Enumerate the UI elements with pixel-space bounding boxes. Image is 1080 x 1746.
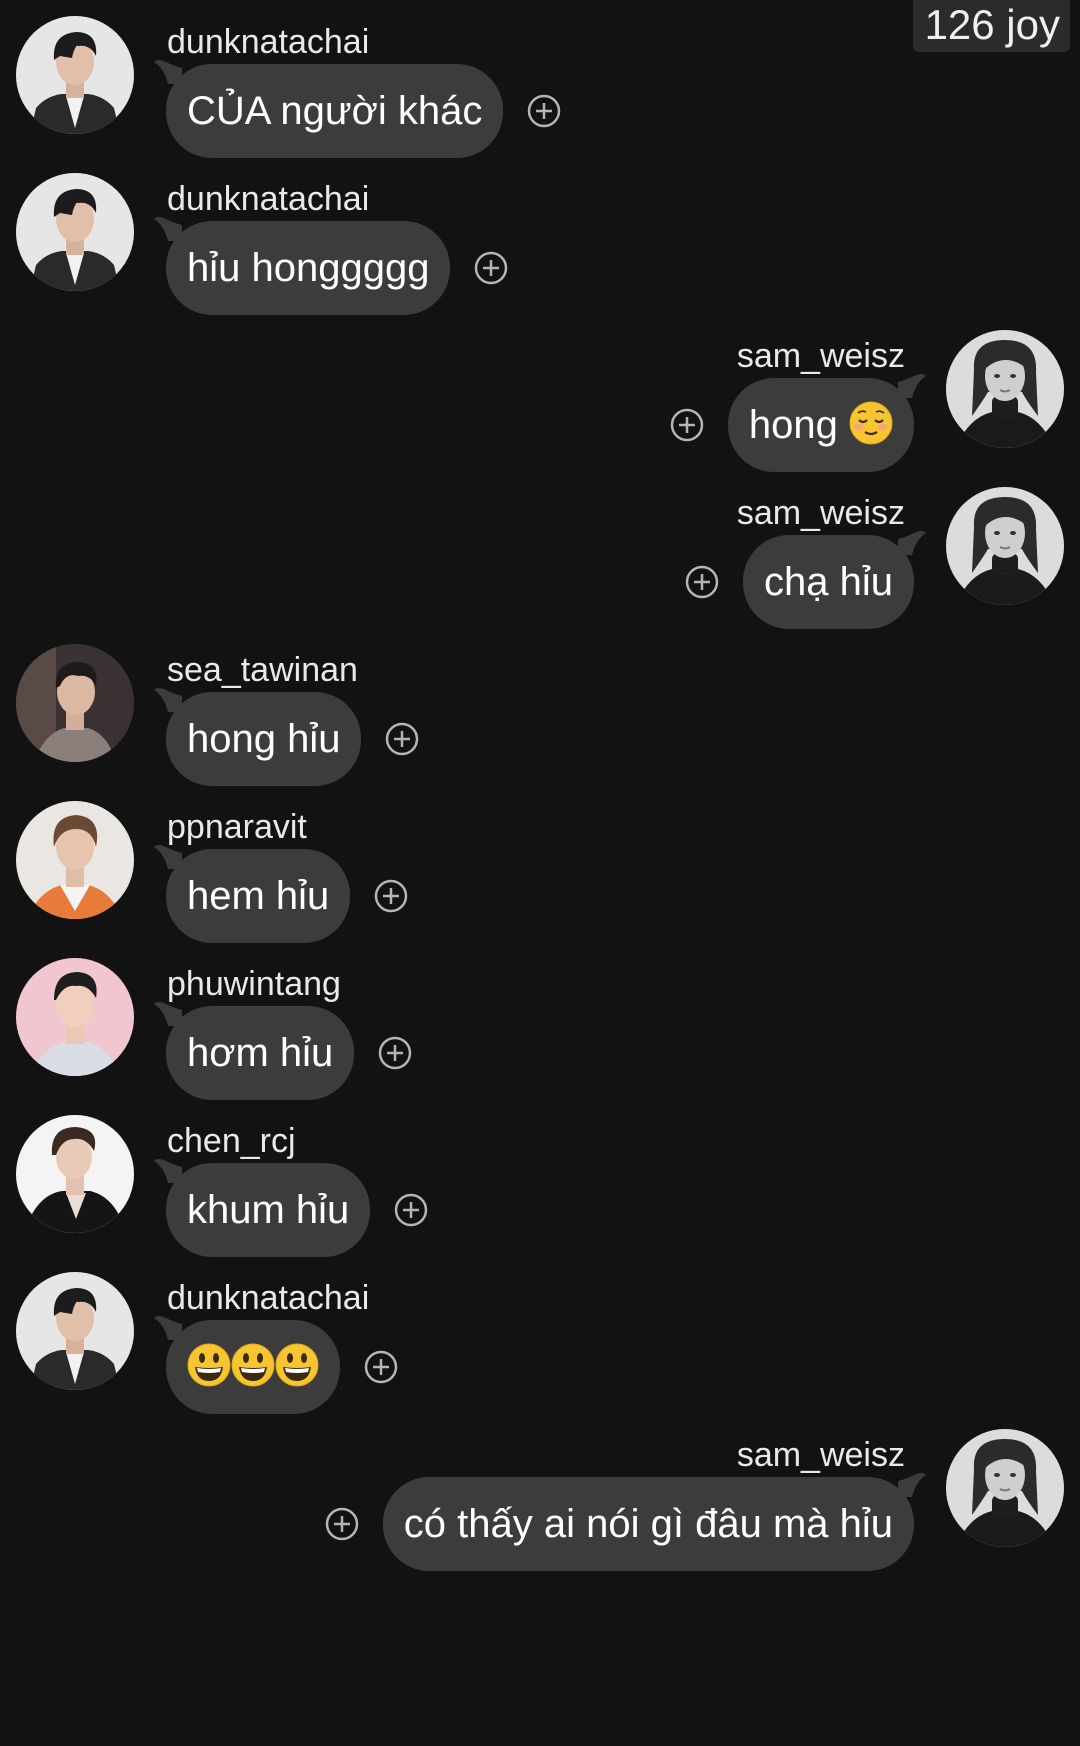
relieved-face-emoji — [849, 401, 893, 446]
message-username[interactable]: sea_tawinan — [167, 650, 358, 690]
message-bubble[interactable]: hỉu honggggg — [154, 217, 451, 315]
sea_tawinan-avatar[interactable] — [16, 644, 134, 762]
message-text: hỉu honggggg — [187, 246, 430, 290]
dunknatachai-avatar[interactable] — [16, 1272, 134, 1390]
message-username[interactable]: sam_weisz — [737, 336, 905, 376]
message-username[interactable]: phuwintang — [167, 964, 341, 1004]
add-reaction-icon[interactable] — [374, 879, 408, 913]
chat-message: dunknatachai CỦA người khác — [0, 0, 1080, 158]
add-reaction-icon[interactable] — [385, 722, 419, 756]
grinning-face-emoji — [275, 1343, 319, 1387]
message-bubble[interactable]: hong — [727, 374, 926, 472]
grinning-face-emoji — [187, 1343, 231, 1387]
message-text: chạ hỉu — [764, 560, 893, 604]
message-text: hong hỉu — [187, 717, 341, 761]
chat-message: dunknatachai hỉu honggggg — [0, 157, 1080, 315]
message-text: khum hỉu — [187, 1188, 350, 1232]
add-reaction-icon[interactable] — [325, 1507, 359, 1541]
chat-message: sea_tawinan hong hỉu — [0, 628, 1080, 786]
message-bubble[interactable] — [154, 1316, 340, 1414]
chat-message: ppnaravit hem hỉu — [0, 785, 1080, 943]
dunknatachai-avatar[interactable] — [16, 173, 134, 291]
message-bubble[interactable]: chạ hỉu — [743, 531, 926, 629]
phuwintang-avatar[interactable] — [16, 958, 134, 1076]
bubble-tail — [154, 688, 182, 712]
message-text: CỦA người khác — [187, 89, 483, 133]
message-username[interactable]: dunknatachai — [167, 22, 369, 62]
message-bubble[interactable]: hong hỉu — [154, 688, 362, 786]
sam_weisz-avatar[interactable] — [946, 330, 1064, 448]
message-username[interactable]: sam_weisz — [737, 1435, 905, 1475]
message-text: có thấy ai nói gì đâu mà hỉu — [403, 1502, 893, 1546]
message-text: hơm hỉu — [187, 1031, 334, 1075]
bubble-tail — [154, 217, 182, 241]
grinning-face-emoji — [231, 1343, 275, 1387]
ppnaravit-avatar[interactable] — [16, 801, 134, 919]
message-text: hong — [748, 403, 838, 447]
bubble-tail — [154, 60, 182, 84]
bubble-tail — [154, 845, 182, 869]
dunknatachai-avatar[interactable] — [16, 16, 134, 134]
add-reaction-icon[interactable] — [685, 565, 719, 599]
add-reaction-icon[interactable] — [474, 251, 508, 285]
add-reaction-icon[interactable] — [378, 1036, 412, 1070]
bubble-tail — [898, 1473, 926, 1497]
message-username[interactable]: sam_weisz — [737, 493, 905, 533]
add-reaction-icon[interactable] — [670, 408, 704, 442]
message-username[interactable]: dunknatachai — [167, 1278, 369, 1318]
message-text: hem hỉu — [187, 874, 330, 918]
message-username[interactable]: dunknatachai — [167, 179, 369, 219]
message-bubble[interactable]: có thấy ai nói gì đâu mà hỉu — [382, 1473, 926, 1571]
bubble-tail — [154, 1159, 182, 1183]
bubble-tail — [898, 374, 926, 398]
chen_rcj-avatar[interactable] — [16, 1115, 134, 1233]
chat-message: phuwintang hơm hỉu — [0, 942, 1080, 1100]
chat-message: sam_weisz có thấy ai nói gì đâu mà hỉu — [0, 1413, 1080, 1571]
add-reaction-icon[interactable] — [527, 94, 561, 128]
message-bubble[interactable]: hem hỉu — [154, 845, 351, 943]
sam_weisz-avatar[interactable] — [946, 1429, 1064, 1547]
bubble-tail — [154, 1002, 182, 1026]
message-bubble[interactable]: khum hỉu — [154, 1159, 371, 1257]
message-bubble[interactable]: CỦA người khác — [154, 60, 504, 158]
sam_weisz-avatar[interactable] — [946, 487, 1064, 605]
bubble-tail — [898, 531, 926, 555]
chat-message: dunknatachai — [0, 1256, 1080, 1414]
chat-message: sam_weisz hong — [0, 314, 1080, 472]
message-bubble[interactable]: hơm hỉu — [154, 1002, 355, 1100]
chat-message: chen_rcj khum hỉu — [0, 1099, 1080, 1257]
chat-message: sam_weisz chạ hỉu — [0, 471, 1080, 629]
bubble-tail — [154, 1316, 182, 1340]
message-username[interactable]: ppnaravit — [167, 807, 307, 847]
message-username[interactable]: chen_rcj — [167, 1121, 296, 1161]
add-reaction-icon[interactable] — [364, 1350, 398, 1384]
add-reaction-icon[interactable] — [394, 1193, 428, 1227]
